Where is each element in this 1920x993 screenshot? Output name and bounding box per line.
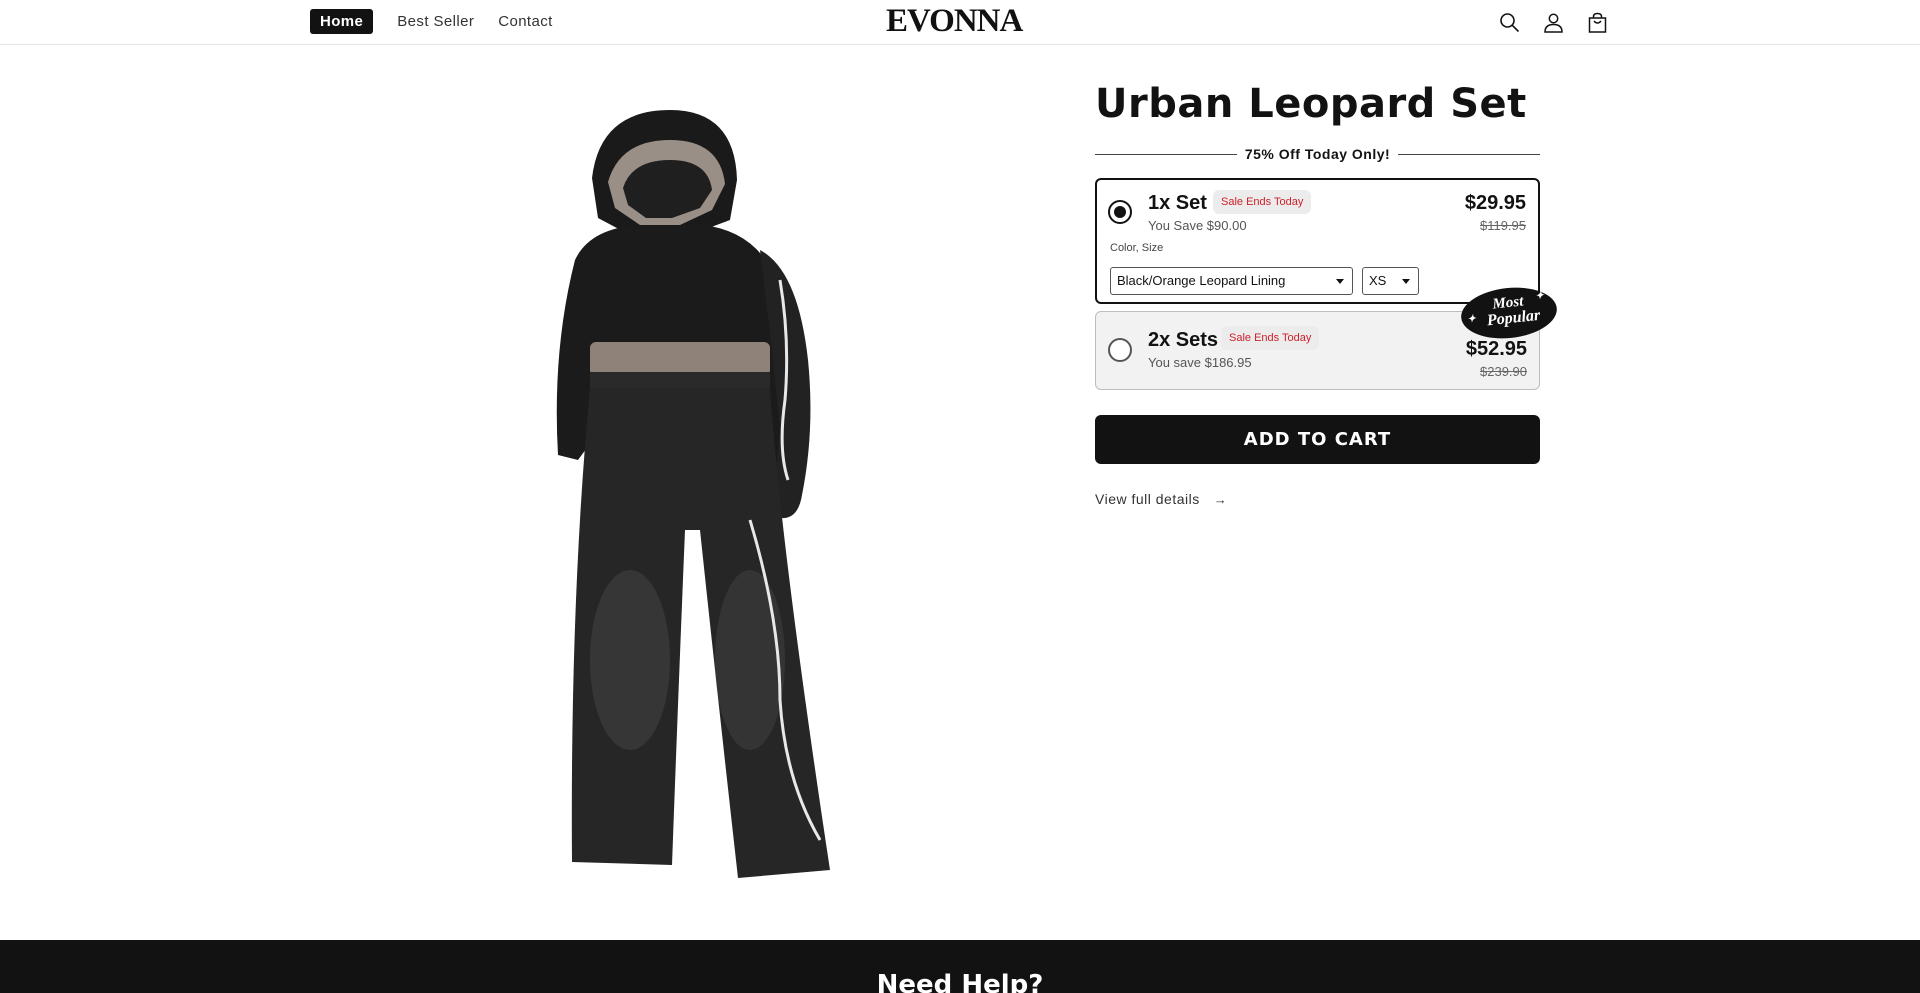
compare-price: $119.95 — [1479, 218, 1526, 233]
option-price: $52.95 — [1465, 338, 1527, 360]
color-select-value: Black/Orange Leopard Lining — [1117, 273, 1286, 288]
promo-text: 75% Off Today Only! — [1244, 146, 1391, 162]
nav-best-seller[interactable]: Best Seller — [397, 13, 474, 30]
radio-unselected[interactable] — [1108, 338, 1132, 362]
details-link-text: View full details — [1095, 491, 1200, 507]
add-to-cart-button[interactable]: ADD TO CART — [1095, 415, 1540, 464]
header-actions — [1497, 10, 1629, 34]
option-price: $29.95 — [1464, 192, 1526, 214]
product-info: Urban Leopard Set 75% Off Today Only! 1x… — [1095, 78, 1540, 390]
help-section: Need Help? — [0, 940, 1920, 993]
divider-line — [1095, 153, 1237, 155]
cart-icon[interactable] — [1585, 10, 1609, 34]
savings-text: You Save $90.00 — [1148, 218, 1247, 233]
radio-selected[interactable] — [1108, 200, 1132, 224]
compare-price: $239.90 — [1480, 364, 1527, 379]
view-full-details-link[interactable]: View full details → — [1095, 491, 1227, 507]
sparkle-icon: ✦ — [1466, 313, 1477, 326]
main-nav: Home Best Seller Contact — [310, 9, 577, 34]
arrow-right-icon: → — [1213, 491, 1228, 507]
promo-banner: 75% Off Today Only! — [1095, 144, 1540, 164]
sale-badge: Sale Ends Today — [1221, 326, 1320, 350]
variant-label: Color, Size — [1110, 242, 1164, 254]
savings-text: You save $186.95 — [1148, 355, 1252, 370]
color-select[interactable]: Black/Orange Leopard Lining — [1110, 267, 1353, 295]
bundle-option-1x[interactable]: 1x Set Sale Ends Today You Save $90.00 $… — [1095, 178, 1540, 304]
account-icon[interactable] — [1541, 10, 1565, 34]
help-title: Need Help? — [876, 970, 1044, 993]
option-name: 2x Sets — [1148, 329, 1219, 351]
sparkle-icon: ✦ — [1534, 290, 1545, 303]
size-select[interactable]: XS — [1362, 267, 1419, 295]
option-name: 1x Set — [1148, 192, 1207, 214]
site-header: Home Best Seller Contact EVONNA — [0, 0, 1920, 45]
nav-contact[interactable]: Contact — [498, 13, 553, 30]
divider-line — [1398, 153, 1540, 155]
size-select-value: XS — [1369, 273, 1387, 288]
product-image[interactable] — [480, 100, 880, 880]
brand-logo[interactable]: EVONNA — [886, 3, 1023, 40]
product-title: Urban Leopard Set — [1095, 81, 1527, 127]
sale-badge: Sale Ends Today — [1213, 190, 1312, 214]
chevron-down-icon — [1336, 279, 1344, 284]
search-icon[interactable] — [1497, 10, 1521, 34]
nav-home[interactable]: Home — [310, 9, 374, 34]
chevron-down-icon — [1402, 279, 1410, 284]
